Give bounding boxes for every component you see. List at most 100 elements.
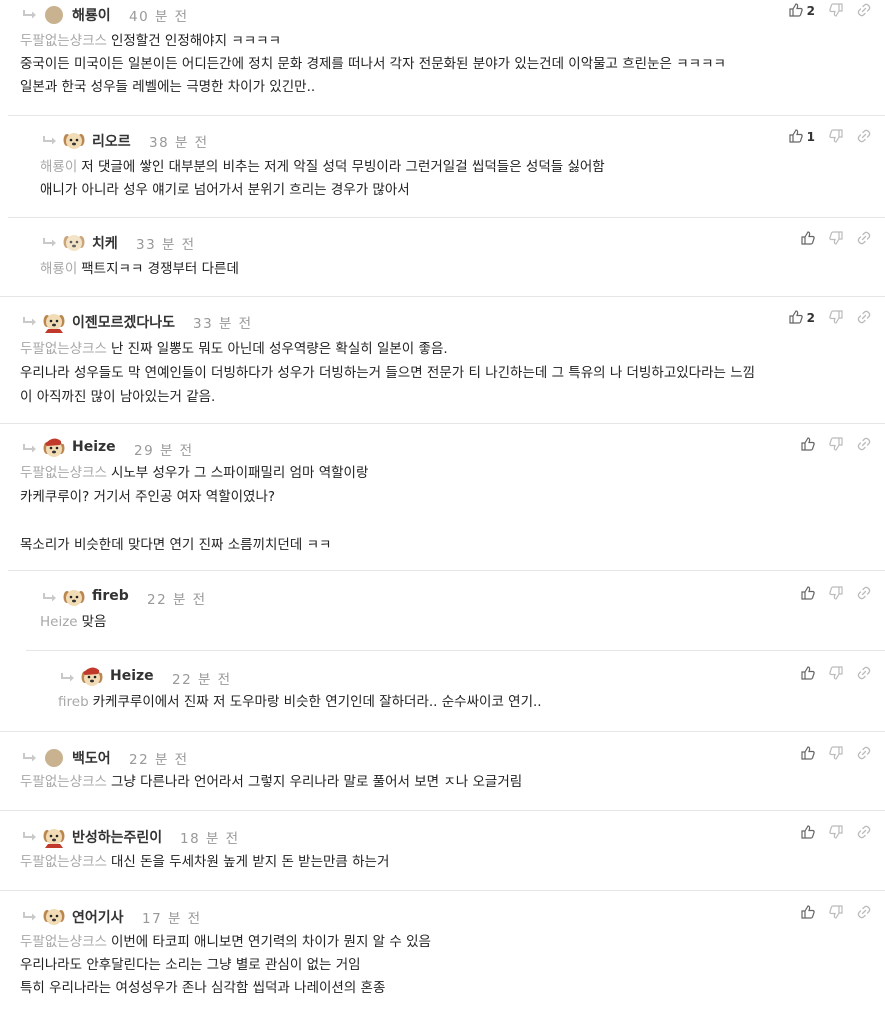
like-button[interactable] [801, 904, 815, 922]
comment-text: 난 진짜 일뽕도 뭐도 아닌데 성우역량은 확실히 일본이 좋음. [110, 341, 448, 357]
like-button[interactable] [801, 436, 815, 454]
comment-text-line: 해룡이 저 댓글에 쌓인 대부분의 비추는 저게 악질 성덕 무빙이라 그런거일걸… [40, 156, 605, 179]
share-link-button[interactable] [857, 746, 871, 763]
avatar[interactable] [80, 665, 104, 689]
mention-tag[interactable]: 두팔없는샹크스 [20, 465, 107, 481]
mention-tag[interactable]: 두팔없는샹크스 [20, 934, 107, 950]
like-button[interactable]: 2 [789, 2, 815, 20]
comment-author[interactable]: 연어기사 [72, 907, 124, 927]
dislike-button[interactable] [829, 585, 843, 603]
reply-arrow-icon [42, 592, 58, 602]
comment-text: 카케쿠루이에서 진짜 저 도우마랑 비슷한 연기인데 잘하더라.. 순수싸이코 … [92, 694, 542, 710]
mention-tag[interactable]: 두팔없는샹크스 [20, 33, 107, 49]
thumbs-up-icon [801, 230, 815, 248]
comment-author[interactable]: 치케 [92, 233, 118, 253]
comment-text: 이 아직까진 많이 남아있는거 같음. [20, 389, 216, 405]
link-icon [857, 310, 871, 327]
comment-item: Heize 22 분 전 fireb 카케쿠루이에서 진짜 저 도우마랑 비슷한 연기… [26, 650, 885, 731]
thumbs-up-icon [801, 436, 815, 454]
like-button[interactable] [801, 824, 815, 842]
share-link-button[interactable] [857, 905, 871, 922]
avatar[interactable] [62, 230, 86, 254]
comment-author[interactable]: fireb [92, 588, 129, 604]
comment-text: 저 댓글에 쌓인 대부분의 비추는 저게 악질 성덕 무빙이라 그런거일걸 씹덕… [81, 159, 605, 175]
mention-tag[interactable]: Heize [40, 614, 78, 630]
thumbs-up-icon [789, 2, 803, 20]
comment-author[interactable]: 이젠모르겠다나도 [72, 312, 175, 332]
link-icon [857, 746, 871, 763]
thumbs-up-icon [789, 309, 803, 327]
avatar[interactable] [62, 585, 86, 609]
dislike-button[interactable] [829, 309, 843, 327]
comment-text-line: 특히 우리나라는 여성성우가 존나 심각함 씹덕과 나레이션의 혼종 [20, 977, 385, 1000]
share-link-button[interactable] [857, 231, 871, 248]
comment-time: 22 분 전 [147, 592, 207, 608]
mention-tag[interactable]: fireb [58, 694, 89, 710]
like-button[interactable] [801, 585, 815, 603]
dislike-button[interactable] [829, 824, 843, 842]
share-link-button[interactable] [857, 129, 871, 146]
comment-author[interactable]: Heize [72, 439, 116, 455]
avatar[interactable] [42, 309, 66, 333]
comment-actions [801, 435, 871, 455]
comment-author[interactable]: 해룡이 [72, 5, 111, 25]
comment-actions: 2 [789, 308, 871, 328]
avatar[interactable] [62, 128, 86, 152]
mention-tag[interactable]: 해룡이 [40, 261, 77, 277]
like-button[interactable]: 2 [789, 309, 815, 327]
avatar[interactable] [42, 904, 66, 928]
reply-arrow-icon [42, 237, 58, 247]
like-button[interactable] [801, 665, 815, 683]
share-link-button[interactable] [857, 3, 871, 20]
like-button[interactable] [801, 230, 815, 248]
avatar[interactable] [42, 824, 66, 848]
thumbs-up-icon [801, 745, 815, 763]
like-button[interactable]: 1 [789, 128, 815, 146]
reply-arrow-icon [22, 443, 38, 453]
dislike-button[interactable] [829, 2, 843, 20]
avatar[interactable] [42, 2, 66, 26]
comment-text-line: 두팔없는샹크스 시노부 성우가 그 스파이패밀리 엄마 역할이랑 [20, 462, 368, 485]
link-icon [857, 3, 871, 20]
comment-text-line: 카케쿠루이? 거기서 주인공 여자 역할이였나? [20, 486, 275, 509]
comment-author[interactable]: Heize [110, 668, 154, 684]
comment-text-line: 두팔없는샹크스 그냥 다른나라 언어라서 그렇지 우리나라 말로 풀어서 보면 ㅈ… [20, 771, 522, 794]
like-button[interactable] [801, 745, 815, 763]
thumbs-down-icon [829, 824, 843, 842]
mention-tag[interactable]: 두팔없는샹크스 [20, 774, 107, 790]
dislike-button[interactable] [829, 230, 843, 248]
share-link-button[interactable] [857, 310, 871, 327]
share-link-button[interactable] [857, 586, 871, 603]
comment-time: 17 분 전 [142, 911, 202, 927]
mention-tag[interactable]: 해룡이 [40, 159, 77, 175]
comment-text-line: 해룡이 팩트지ㅋㅋ 경쟁부터 다른데 [40, 258, 239, 281]
reply-arrow-icon [22, 316, 38, 326]
dislike-button[interactable] [829, 745, 843, 763]
comment-text-line: fireb 카케쿠루이에서 진짜 저 도우마랑 비슷한 연기인데 잘하더라.. 순… [58, 691, 542, 714]
dislike-button[interactable] [829, 665, 843, 683]
mention-tag[interactable]: 두팔없는샹크스 [20, 341, 107, 357]
avatar[interactable] [42, 436, 66, 460]
comment-actions [801, 903, 871, 923]
comment-text-line: 중국이든 미국이든 일본이든 어디든간에 정치 문화 경제를 떠나서 각자 전문… [20, 53, 726, 76]
mention-tag[interactable]: 두팔없는샹크스 [20, 854, 107, 870]
comment-author[interactable]: 리오르 [92, 131, 131, 151]
thumbs-up-icon [801, 904, 815, 922]
comment-author[interactable]: 백도어 [72, 748, 111, 768]
thumbs-down-icon [829, 665, 843, 683]
comment-text: 카케쿠루이? 거기서 주인공 여자 역할이였나? [20, 489, 276, 505]
comment-text-line: 두팔없는샹크스 난 진짜 일뽕도 뭐도 아닌데 성우역량은 확실히 일본이 좋음. [20, 338, 448, 361]
share-link-button[interactable] [857, 825, 871, 842]
thumbs-down-icon [829, 128, 843, 146]
avatar[interactable] [42, 745, 66, 769]
comment-actions [801, 584, 871, 604]
like-count: 2 [806, 4, 815, 18]
comment-author[interactable]: 반성하는주린이 [72, 827, 162, 847]
share-link-button[interactable] [857, 437, 871, 454]
thumbs-up-icon [801, 585, 815, 603]
comment-item: 치케 33 분 전 해룡이 팩트지ㅋㅋ 경쟁부터 다른데 [8, 217, 885, 296]
dislike-button[interactable] [829, 128, 843, 146]
dislike-button[interactable] [829, 904, 843, 922]
dislike-button[interactable] [829, 436, 843, 454]
share-link-button[interactable] [857, 666, 871, 683]
